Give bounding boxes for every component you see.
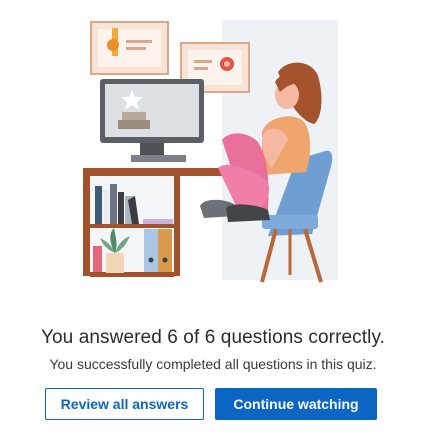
quiz-result-subtitle: You successfully completed all questions… [49, 356, 377, 372]
review-answers-button[interactable]: Review all answers [45, 388, 204, 420]
desk-icon [83, 168, 233, 277]
continue-watching-button[interactable]: Continue watching [215, 388, 377, 420]
quiz-complete-illustration [83, 20, 338, 283]
certificate-icon [90, 21, 169, 75]
computer-monitor-icon [100, 79, 204, 162]
quiz-result-title: You answered 6 of 6 questions correctly. [40, 327, 386, 348]
